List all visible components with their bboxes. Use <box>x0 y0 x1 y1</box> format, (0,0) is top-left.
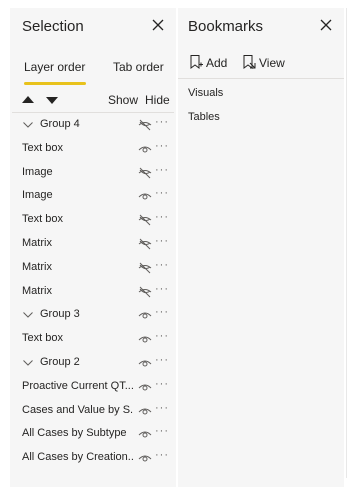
move-down-icon[interactable] <box>46 97 58 104</box>
layer-label: Text box <box>22 332 63 345</box>
layer-row[interactable]: Text box ··· <box>10 137 176 161</box>
bookmark-list: Visuals Tables <box>178 79 344 133</box>
layer-row[interactable]: Image ··· <box>10 184 176 208</box>
eye-hidden-icon[interactable] <box>138 166 152 178</box>
tab-layer-order[interactable]: Layer order <box>24 60 85 74</box>
bookmarks-pane: Bookmarks Add View Visuals Tables <box>178 8 344 487</box>
layer-row[interactable]: All Cases by Creation... ··· <box>10 446 176 470</box>
add-bookmark-icon <box>190 55 203 69</box>
layer-row[interactable]: Text box ··· <box>10 208 176 232</box>
more-options-icon[interactable]: ··· <box>155 235 169 247</box>
chevron-down-icon[interactable] <box>22 356 34 368</box>
view-bookmark-label: View <box>259 56 285 70</box>
bookmark-item[interactable]: Visuals <box>178 85 344 109</box>
more-options-icon[interactable]: ··· <box>155 425 169 437</box>
show-all-button[interactable]: Show <box>108 93 138 107</box>
close-icon[interactable] <box>318 17 334 33</box>
chevron-down-icon[interactable] <box>22 308 34 320</box>
eye-icon[interactable] <box>138 142 152 154</box>
layer-row[interactable]: Matrix ··· <box>10 232 176 256</box>
layer-label: Group 3 <box>40 308 80 321</box>
layer-label: Text box <box>22 213 63 226</box>
active-tab-indicator <box>24 82 86 85</box>
eye-icon[interactable] <box>138 451 152 463</box>
bookmark-item[interactable]: Tables <box>178 109 344 133</box>
eye-hidden-icon[interactable] <box>138 237 152 250</box>
more-options-icon[interactable]: ··· <box>155 402 169 414</box>
layer-label: Proactive Current QT... <box>22 379 134 392</box>
more-options-icon[interactable]: ··· <box>155 306 169 318</box>
more-options-icon[interactable]: ··· <box>155 283 169 295</box>
layer-row[interactable]: Matrix ··· <box>10 280 176 304</box>
close-icon[interactable] <box>150 17 166 33</box>
eye-icon[interactable] <box>138 332 152 344</box>
order-toolbar: Show Hide <box>10 88 176 112</box>
layer-label: Matrix <box>22 260 52 273</box>
view-bookmark-button[interactable]: View <box>241 54 287 72</box>
more-options-icon[interactable]: ··· <box>155 187 169 199</box>
layer-label: Matrix <box>22 284 52 297</box>
layer-label: Cases and Value by S... <box>22 403 134 416</box>
eye-icon[interactable] <box>138 308 152 320</box>
eye-hidden-icon[interactable] <box>138 213 152 226</box>
more-options-icon[interactable]: ··· <box>155 378 169 390</box>
eye-hidden-icon[interactable] <box>138 285 152 297</box>
add-bookmark-label: Add <box>206 56 228 70</box>
eye-icon[interactable] <box>138 356 152 368</box>
tab-tab-order[interactable]: Tab order <box>113 60 164 74</box>
add-bookmark-button[interactable]: Add <box>188 54 228 72</box>
hide-all-button[interactable]: Hide <box>145 93 170 107</box>
layer-label: Image <box>22 189 53 202</box>
layer-group-row[interactable]: Group 3 ··· <box>10 303 176 327</box>
more-options-icon[interactable]: ··· <box>155 449 169 461</box>
layer-row[interactable]: All Cases by Subtype ··· <box>10 422 176 446</box>
eye-hidden-icon[interactable] <box>138 261 152 274</box>
layer-row[interactable]: Proactive Current QT... ··· <box>10 375 176 399</box>
eye-icon[interactable] <box>138 404 152 416</box>
layer-label: Text box <box>22 141 63 154</box>
layer-row[interactable]: Cases and Value by S... ··· <box>10 399 176 423</box>
more-options-icon[interactable]: ··· <box>155 330 169 342</box>
layer-list: Group 4 ··· Text box ··· Image ··· Image ··· Tex… <box>10 113 176 470</box>
eye-hidden-icon[interactable] <box>138 118 152 131</box>
window-edge <box>346 8 347 478</box>
eye-icon[interactable] <box>138 427 152 439</box>
layer-label: Group 2 <box>40 355 80 368</box>
layer-row[interactable]: Text box ··· <box>10 327 176 351</box>
layer-label: Group 4 <box>40 118 80 130</box>
bookmark-item-label: Visuals <box>188 87 224 99</box>
chevron-down-icon[interactable] <box>22 118 34 130</box>
bookmark-item-label: Tables <box>188 111 220 123</box>
more-options-icon[interactable]: ··· <box>155 354 169 366</box>
layer-label: All Cases by Subtype <box>22 427 127 440</box>
layer-label: Image <box>22 165 53 178</box>
view-bookmark-icon <box>243 55 256 69</box>
more-options-icon[interactable]: ··· <box>155 140 169 152</box>
more-options-icon[interactable]: ··· <box>155 164 169 176</box>
bookmarks-header: Bookmarks <box>178 8 344 48</box>
eye-icon[interactable] <box>138 189 152 201</box>
layer-group-row[interactable]: Group 2 ··· <box>10 351 176 375</box>
selection-header: Selection <box>10 8 176 48</box>
more-options-icon[interactable]: ··· <box>155 211 169 223</box>
layer-row[interactable]: Matrix ··· <box>10 256 176 280</box>
selection-pane: Selection Layer order Tab order Show Hid… <box>10 8 176 487</box>
selection-tabs: Layer order Tab order <box>10 48 176 88</box>
bookmarks-toolbar: Add View <box>178 48 344 78</box>
more-options-icon[interactable]: ··· <box>155 259 169 271</box>
layer-group-row[interactable]: Group 4 ··· <box>10 113 176 137</box>
more-options-icon[interactable]: ··· <box>155 116 169 128</box>
eye-icon[interactable] <box>138 380 152 392</box>
selection-title: Selection <box>22 18 84 35</box>
layer-label: Matrix <box>22 236 52 249</box>
move-up-icon[interactable] <box>22 96 34 103</box>
layer-label: All Cases by Creation... <box>22 451 134 464</box>
bookmarks-title: Bookmarks <box>188 18 264 35</box>
layer-row[interactable]: Image ··· <box>10 161 176 185</box>
